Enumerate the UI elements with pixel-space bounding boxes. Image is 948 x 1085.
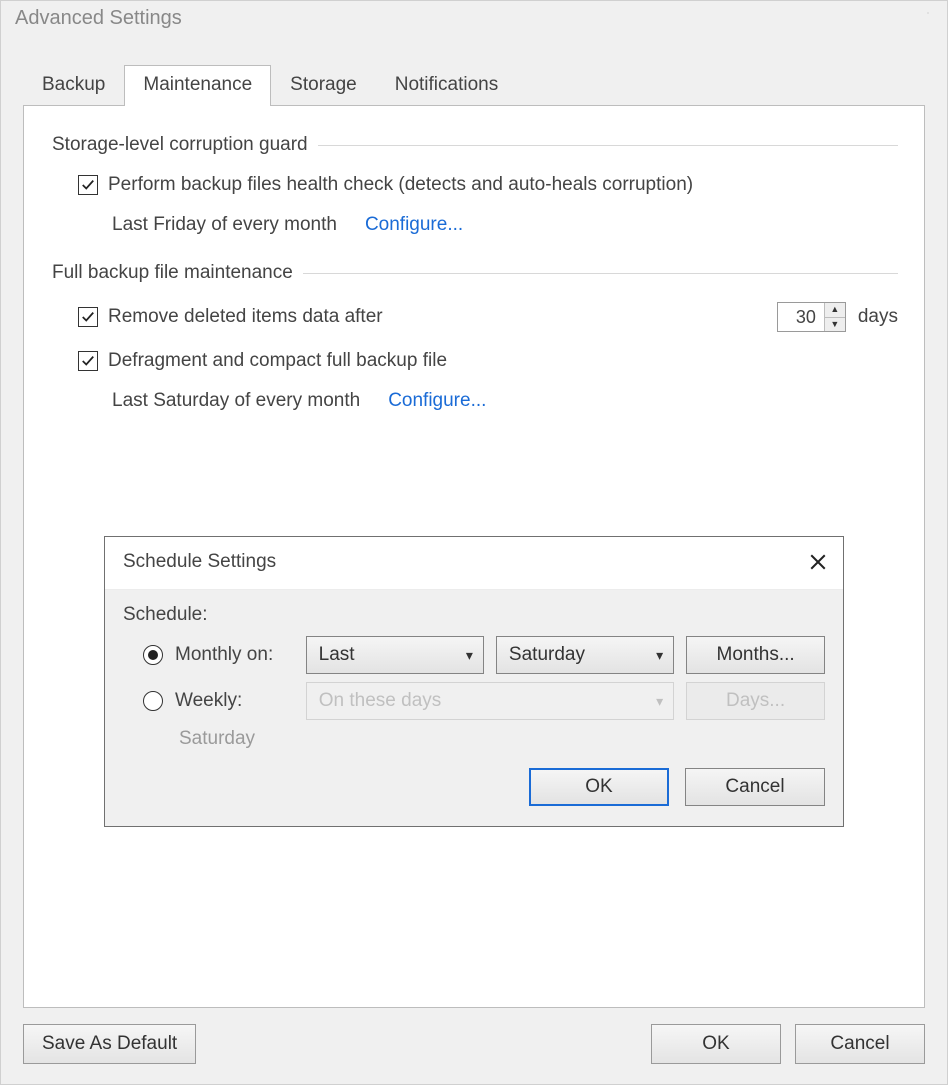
remove-days-suffix: days <box>858 306 898 328</box>
defragment-row: Defragment and compact full backup file <box>52 350 898 372</box>
tab-backup[interactable]: Backup <box>23 65 124 106</box>
schedule-dialog-title: Schedule Settings <box>123 551 276 573</box>
schedule-ok-button[interactable]: OK <box>529 768 669 806</box>
weekly-label: Weekly: <box>175 690 294 712</box>
defragment-schedule-text: Last Saturday of every month <box>112 390 360 412</box>
defragment-configure-link[interactable]: Configure... <box>388 390 486 412</box>
schedule-dialog-body: Schedule: Monthly on: Last ▾ Saturday ▾ … <box>105 590 843 826</box>
chevron-down-icon: ▾ <box>656 693 663 710</box>
monthly-radio[interactable] <box>143 645 163 665</box>
schedule-settings-dialog: Schedule Settings Schedule: Monthly on: … <box>104 536 844 827</box>
schedule-dialog-titlebar: Schedule Settings <box>105 537 843 590</box>
schedule-cancel-button[interactable]: Cancel <box>685 768 825 806</box>
remove-days-input[interactable] <box>778 303 824 331</box>
spinner-buttons: ▲ ▼ <box>824 303 845 331</box>
ordinal-combo[interactable]: Last ▾ <box>306 636 484 674</box>
healthcheck-schedule-text: Last Friday of every month <box>112 214 337 236</box>
window-title: Advanced Settings <box>15 7 182 30</box>
remove-days-spinner[interactable]: ▲ ▼ <box>777 302 846 332</box>
tab-strip: Backup Maintenance Storage Notifications <box>1 64 947 105</box>
weekly-placeholder: On these days <box>319 690 442 712</box>
defragment-checkbox[interactable] <box>78 351 98 371</box>
group-full-backup-maintenance: Full backup file maintenance <box>52 262 898 284</box>
healthcheck-configure-link[interactable]: Configure... <box>365 214 463 236</box>
monthly-row: Monthly on: Last ▾ Saturday ▾ Months... <box>143 636 825 674</box>
remove-deleted-row: Remove deleted items data after ▲ ▼ days <box>52 302 898 332</box>
tab-maintenance[interactable]: Maintenance <box>124 65 271 106</box>
defragment-label: Defragment and compact full backup file <box>108 350 447 372</box>
group-storage-corruption-guard: Storage-level corruption guard <box>52 134 898 156</box>
advanced-settings-window: Advanced Settings Backup Maintenance Sto… <box>0 0 948 1085</box>
save-as-default-button[interactable]: Save As Default <box>23 1024 196 1064</box>
spinner-up-icon[interactable]: ▲ <box>825 303 845 318</box>
ordinal-value: Last <box>319 644 355 666</box>
group1-title: Storage-level corruption guard <box>52 134 308 156</box>
group2-divider <box>303 273 898 274</box>
chevron-down-icon: ▾ <box>466 647 473 664</box>
schedule-dialog-close-icon[interactable] <box>809 553 827 571</box>
defragment-schedule-row: Last Saturday of every month Configure..… <box>52 390 898 412</box>
schedule-dialog-footer: OK Cancel <box>123 754 825 808</box>
cancel-button[interactable]: Cancel <box>795 1024 925 1064</box>
window-footer: Save As Default OK Cancel <box>1 1008 947 1084</box>
spinner-down-icon[interactable]: ▼ <box>825 318 845 332</box>
window-close-icon[interactable] <box>919 10 937 28</box>
weekly-days-combo: On these days ▾ <box>306 682 674 720</box>
monthly-label: Monthly on: <box>175 644 294 666</box>
window-titlebar: Advanced Settings <box>1 1 947 40</box>
healthcheck-schedule-row: Last Friday of every month Configure... <box>52 214 898 236</box>
tab-storage[interactable]: Storage <box>271 65 376 106</box>
remove-deleted-checkbox[interactable] <box>78 307 98 327</box>
group1-divider <box>318 145 898 146</box>
healthcheck-checkbox[interactable] <box>78 175 98 195</box>
days-button: Days... <box>686 682 825 720</box>
day-combo[interactable]: Saturday ▾ <box>496 636 674 674</box>
schedule-label: Schedule: <box>123 604 825 626</box>
months-button[interactable]: Months... <box>686 636 825 674</box>
remove-deleted-label: Remove deleted items data after <box>108 306 383 328</box>
remove-days-control: ▲ ▼ days <box>777 302 898 332</box>
healthcheck-row: Perform backup files health check (detec… <box>52 174 898 196</box>
ok-button[interactable]: OK <box>651 1024 781 1064</box>
day-value: Saturday <box>509 644 585 666</box>
group2-title: Full backup file maintenance <box>52 262 293 284</box>
weekly-row: Weekly: On these days ▾ Days... <box>143 682 825 720</box>
healthcheck-label: Perform backup files health check (detec… <box>108 174 693 196</box>
selected-days-summary: Saturday <box>179 728 825 750</box>
maintenance-tab-panel: Storage-level corruption guard Perform b… <box>23 105 925 1008</box>
chevron-down-icon: ▾ <box>656 647 663 664</box>
tab-notifications[interactable]: Notifications <box>376 65 518 106</box>
weekly-radio[interactable] <box>143 691 163 711</box>
